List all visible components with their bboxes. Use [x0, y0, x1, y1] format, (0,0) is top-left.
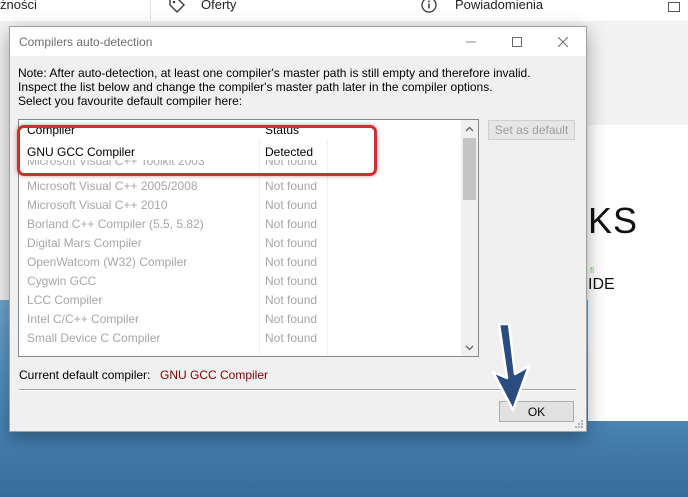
- compiler-name: LCC Compiler: [27, 293, 103, 307]
- list-item[interactable]: Cygwin GCC Not found: [19, 271, 461, 290]
- scroll-down-button[interactable]: [461, 339, 478, 356]
- compiler-name: Borland C++ Compiler (5.5, 5.82): [27, 217, 204, 231]
- dialog-note: Note: After auto-detection, at least one…: [18, 66, 578, 108]
- tag-icon: [168, 0, 186, 17]
- minimize-button[interactable]: [448, 27, 494, 56]
- list-item[interactable]: LCC Compiler Not found: [19, 290, 461, 309]
- current-default-label: Current default compiler:: [19, 368, 151, 382]
- note-line: Note: After auto-detection, at least one…: [18, 66, 531, 80]
- arrow-down-annotation-icon: [491, 322, 531, 412]
- browser-tab-bar: żności Oferty Powiadomienia: [0, 0, 688, 21]
- list-item[interactable]: Microsoft Visual C++ 2010 Not found: [19, 195, 461, 214]
- compiler-status: Not found: [265, 293, 318, 307]
- compiler-name: Cygwin GCC: [27, 274, 97, 288]
- maximize-icon: [512, 36, 522, 47]
- promo-card-tiny-text: fi: [590, 266, 594, 275]
- highlight-annotation: [17, 125, 377, 176]
- tab-divider: [150, 0, 151, 21]
- current-default-value: GNU GCC Compiler: [160, 368, 269, 382]
- list-item[interactable]: Small Device C Compiler Not found: [19, 328, 461, 347]
- compiler-status: Not found: [265, 236, 318, 250]
- scroll-up-button[interactable]: [461, 120, 478, 137]
- chevron-up-icon: [465, 126, 474, 131]
- note-line: Inspect the list below and change the co…: [18, 80, 493, 94]
- promo-card-heading: KS: [588, 200, 639, 241]
- square-icon: [668, 2, 680, 12]
- tab-offers-label[interactable]: Oferty: [201, 0, 236, 12]
- dialog-titlebar[interactable]: Compilers auto-detection: [10, 27, 586, 56]
- maximize-button[interactable]: [494, 27, 540, 56]
- compiler-name: Small Device C Compiler: [27, 331, 161, 345]
- compiler-name: Microsoft Visual C++ 2005/2008: [27, 179, 198, 193]
- dialog-title: Compilers auto-detection: [19, 35, 153, 49]
- list-item[interactable]: Borland C++ Compiler (5.5, 5.82) Not fou…: [19, 214, 461, 233]
- tab-partial-label: żności: [0, 0, 37, 12]
- info-icon: [420, 0, 438, 17]
- compiler-name: Intel C/C++ Compiler: [27, 312, 140, 326]
- list-scrollbar[interactable]: [461, 120, 478, 356]
- resize-grip-icon[interactable]: [574, 419, 584, 429]
- compiler-status: Not found: [265, 179, 318, 193]
- minimize-icon: [466, 41, 476, 42]
- chevron-down-icon: [465, 345, 474, 350]
- compiler-name: OpenWatcom (W32) Compiler: [27, 255, 188, 269]
- close-button[interactable]: [540, 27, 586, 56]
- compiler-name: Microsoft Visual C++ 2010: [27, 198, 168, 212]
- tab-partial[interactable]: żności: [0, 0, 150, 21]
- list-item[interactable]: Intel C/C++ Compiler Not found: [19, 309, 461, 328]
- promo-card-ide-text: IDE: [588, 276, 615, 293]
- compiler-status: Not found: [265, 217, 318, 231]
- compiler-status: Not found: [265, 312, 318, 326]
- list-item[interactable]: OpenWatcom (W32) Compiler Not found: [19, 252, 461, 271]
- list-item[interactable]: Microsoft Visual C++ 2005/2008 Not found: [19, 176, 461, 195]
- compiler-status: Not found: [265, 198, 318, 212]
- close-icon: [558, 36, 568, 47]
- list-item[interactable]: Digital Mars Compiler Not found: [19, 233, 461, 252]
- scroll-thumb[interactable]: [463, 138, 476, 200]
- compiler-name: Digital Mars Compiler: [27, 236, 142, 250]
- tab-notifications-label[interactable]: Powiadomienia: [455, 0, 543, 12]
- compiler-status: Not found: [265, 255, 318, 269]
- tab-bar-right: [646, 0, 688, 21]
- compilers-auto-detection-dialog: Compilers auto-detection Note: After aut…: [9, 26, 587, 432]
- note-line: Select you favourite default compiler he…: [18, 94, 243, 108]
- set-as-default-button[interactable]: Set as default: [488, 120, 575, 140]
- compiler-status: Not found: [265, 274, 318, 288]
- promo-card: [588, 125, 688, 421]
- compiler-status: Not found: [265, 331, 318, 345]
